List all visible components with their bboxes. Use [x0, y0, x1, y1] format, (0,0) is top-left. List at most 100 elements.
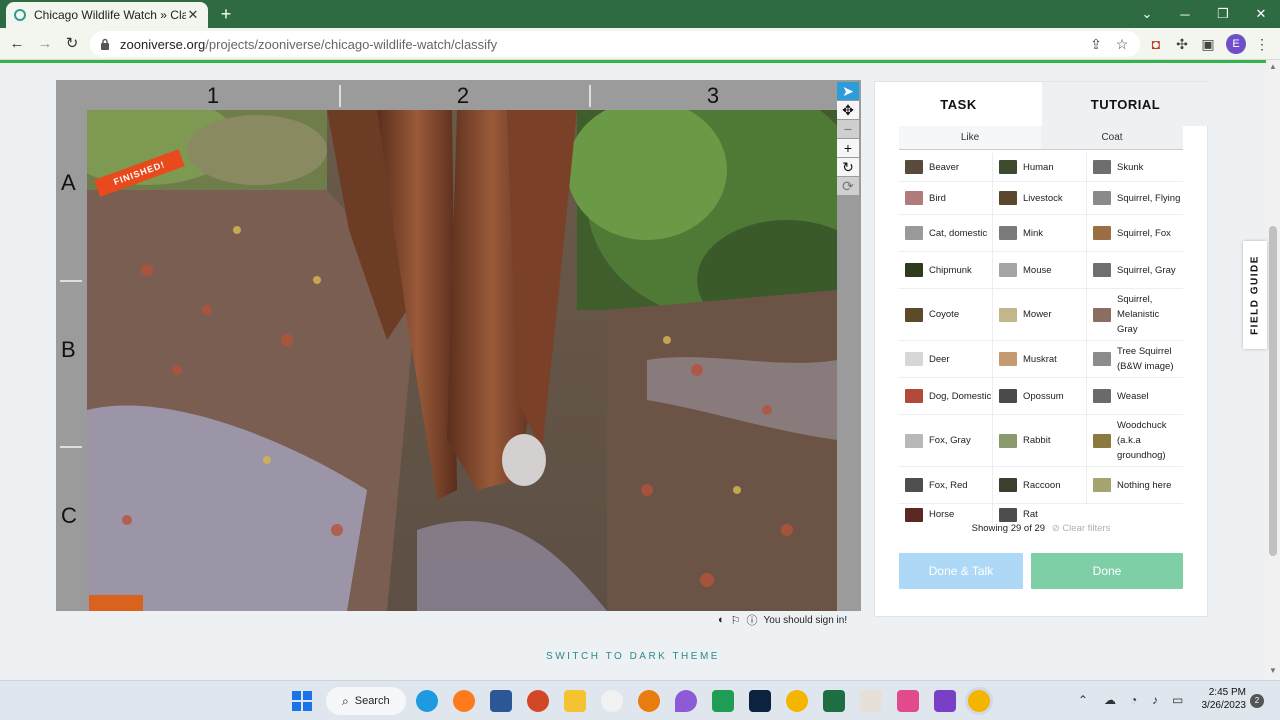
species-choice[interactable]: Muskrat	[993, 341, 1087, 377]
species-choice[interactable]: Weasel	[1087, 378, 1181, 414]
firefox-icon[interactable]	[453, 690, 475, 712]
onedrive-icon[interactable]: ☁	[1104, 693, 1116, 707]
blender-icon[interactable]	[638, 690, 660, 712]
lightroom-icon[interactable]	[749, 690, 771, 712]
battery-icon[interactable]: ▭	[1172, 693, 1183, 707]
species-choice[interactable]: Mower	[993, 289, 1087, 340]
species-choice[interactable]: Mink	[993, 215, 1087, 251]
rotate-icon[interactable]: ↻	[837, 158, 859, 176]
excel-icon[interactable]	[823, 690, 845, 712]
photos-icon[interactable]	[860, 690, 882, 712]
sign-in-message: You should sign in!	[763, 614, 848, 626]
new-tab-button[interactable]: +	[216, 4, 236, 24]
species-choice[interactable]: Human	[993, 153, 1087, 181]
grid-row-labels: A B C	[56, 110, 86, 611]
move-tool-icon[interactable]: ✥	[837, 101, 859, 119]
zoom-in-icon[interactable]: +	[837, 139, 859, 157]
close-tab-icon[interactable]: ✕	[186, 7, 200, 23]
word-icon[interactable]	[490, 690, 512, 712]
page-scrollbar[interactable]: ▲ ▼	[1266, 60, 1280, 680]
species-choice[interactable]: Rat	[993, 504, 1087, 525]
reset-view-icon[interactable]: ⟳	[837, 177, 859, 195]
done-button[interactable]: Done	[1031, 553, 1183, 589]
windows-start-icon[interactable]	[291, 690, 313, 712]
species-choice[interactable]: Fox, Red	[899, 467, 993, 503]
browser-menu-icon[interactable]: ⋮	[1252, 34, 1272, 54]
field-guide-tab[interactable]: FIELD GUIDE	[1243, 241, 1267, 349]
tray-overflow-icon[interactable]: ⌃	[1078, 693, 1088, 707]
reload-icon[interactable]: ↻	[61, 33, 83, 55]
species-choice[interactable]: Nothing here	[1087, 467, 1181, 503]
clear-filters-link[interactable]: ⊘ Clear filters	[1052, 523, 1111, 534]
species-choice[interactable]: Livestock	[993, 182, 1087, 214]
species-choice[interactable]: Opossum	[993, 378, 1087, 414]
extensions-puzzle-icon[interactable]: ✣	[1172, 34, 1192, 54]
powerpoint-icon[interactable]	[527, 690, 549, 712]
share-icon[interactable]: ⇪	[1086, 34, 1106, 54]
species-choice[interactable]: Raccoon	[993, 467, 1087, 503]
species-choice[interactable]: Horse	[899, 504, 993, 525]
zoom-out-icon[interactable]: −	[837, 120, 859, 138]
tab-tutorial[interactable]: TUTORIAL	[1042, 82, 1209, 126]
file-explorer-icon[interactable]	[564, 690, 586, 712]
species-choice[interactable]: Skunk	[1087, 153, 1181, 181]
filter-coat[interactable]: Coat	[1041, 126, 1183, 149]
edge-icon[interactable]	[416, 690, 438, 712]
species-choice[interactable]: Beaver	[899, 153, 993, 181]
flag-icon[interactable]: ⚐	[731, 614, 741, 627]
species-label: Fox, Gray	[929, 435, 971, 446]
forward-icon[interactable]: →	[34, 33, 56, 55]
pocket-extension-icon[interactable]: ◘	[1146, 34, 1166, 54]
bookmark-star-icon[interactable]: ☆	[1112, 34, 1132, 54]
species-choice[interactable]: Cat, domestic	[899, 215, 993, 251]
species-choice[interactable]: Woodchuck (a.k.a groundhog)	[1087, 415, 1181, 466]
species-choice[interactable]: Squirrel, Melanistic Gray	[1087, 289, 1181, 340]
invert-contrast-icon[interactable]: ◐	[718, 614, 725, 626]
species-choice[interactable]: Squirrel, Fox	[1087, 215, 1181, 251]
scroll-up-icon[interactable]: ▲	[1269, 62, 1277, 71]
minimize-icon[interactable]: ─	[1166, 0, 1204, 28]
done-and-talk-button[interactable]: Done & Talk	[899, 553, 1023, 589]
scroll-down-icon[interactable]: ▼	[1269, 666, 1277, 675]
maximize-icon[interactable]: ❐	[1204, 0, 1242, 28]
side-panel-icon[interactable]: ▣	[1198, 34, 1218, 54]
taskbar-search[interactable]: ⌕ Search	[326, 687, 406, 715]
species-choice[interactable]: Deer	[899, 341, 993, 377]
info-icon[interactable]: ⓘ	[747, 612, 758, 628]
notification-badge[interactable]: 2	[1250, 694, 1264, 708]
tab-search-icon[interactable]: ⌄	[1128, 0, 1166, 28]
instagram-icon[interactable]	[897, 690, 919, 712]
paint-drop-icon[interactable]	[675, 690, 697, 712]
scrollbar-thumb[interactable]	[1269, 226, 1277, 556]
clipchamp-icon[interactable]	[934, 690, 956, 712]
species-choice[interactable]: Bird	[899, 182, 993, 214]
system-clock[interactable]: 2:45 PM 3/26/2023	[1196, 686, 1247, 712]
address-bar[interactable]: zooniverse.org/projects/zooniverse/chica…	[90, 31, 1140, 57]
inkscape-icon[interactable]	[601, 690, 623, 712]
species-choice[interactable]: Tree Squirrel (B&W image)	[1087, 341, 1181, 377]
species-choice[interactable]: Mouse	[993, 252, 1087, 288]
pointer-tool-icon[interactable]: ➤	[837, 82, 859, 100]
switch-dark-theme-link[interactable]: SWITCH TO DARK THEME	[0, 651, 1266, 662]
tab-task[interactable]: TASK	[875, 82, 1042, 126]
android-studio-icon[interactable]	[712, 690, 734, 712]
species-choice[interactable]: Chipmunk	[899, 252, 993, 288]
species-thumbnail	[1093, 226, 1111, 240]
profile-avatar[interactable]: E	[1226, 34, 1246, 54]
wifi-icon[interactable]: ◔	[1130, 693, 1137, 707]
chrome-profile-icon[interactable]	[968, 690, 990, 712]
species-choice[interactable]: Coyote	[899, 289, 993, 340]
browser-tab[interactable]: Chicago Wildlife Watch » Classify ✕	[6, 2, 208, 28]
grid-column-labels: 1 2 3	[86, 80, 836, 110]
species-choice[interactable]: Rabbit	[993, 415, 1087, 466]
close-window-icon[interactable]: ✕	[1242, 0, 1280, 28]
volume-icon[interactable]: ♪	[1152, 693, 1158, 707]
species-choice[interactable]: Fox, Gray	[899, 415, 993, 466]
filter-like[interactable]: Like	[899, 126, 1041, 149]
species-choice[interactable]: Squirrel, Gray	[1087, 252, 1181, 288]
species-choice[interactable]: Dog, Domestic	[899, 378, 993, 414]
back-icon[interactable]: ←	[6, 33, 28, 55]
species-choice[interactable]: Squirrel, Flying	[1087, 182, 1181, 214]
camera-trap-image[interactable]	[87, 110, 837, 611]
chrome-icon[interactable]	[786, 690, 808, 712]
